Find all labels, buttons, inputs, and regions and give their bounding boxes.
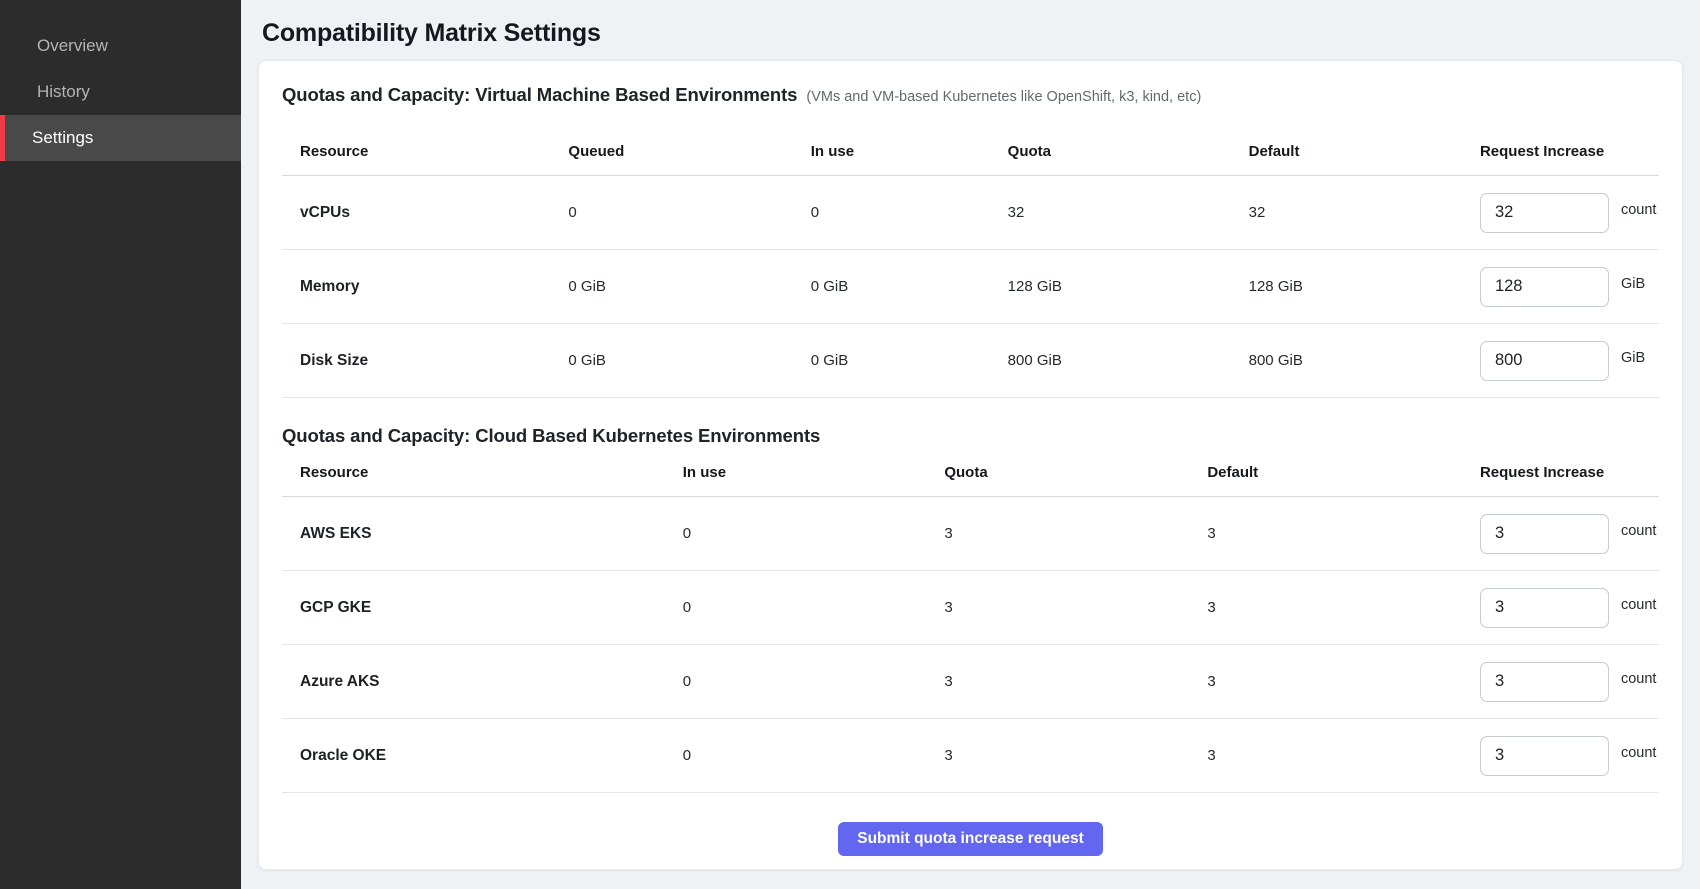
- sidebar-item-history[interactable]: History: [0, 69, 241, 115]
- cell-quota: 3: [944, 525, 1207, 542]
- unit-label: count: [1621, 745, 1656, 761]
- quotas-card: Quotas and Capacity: Virtual Machine Bas…: [258, 60, 1683, 870]
- cell-resource: Disk Size: [282, 352, 568, 370]
- cell-quota: 32: [1008, 204, 1249, 221]
- unit-label: count: [1621, 202, 1656, 218]
- table-row: Oracle OKE 0 3 3 count: [282, 719, 1659, 793]
- column-header-default: Default: [1249, 143, 1480, 160]
- cell-default: 32: [1249, 204, 1480, 221]
- page-title: Compatibility Matrix Settings: [262, 16, 1700, 50]
- unit-label: GiB: [1621, 276, 1645, 292]
- table-row: Disk Size 0 GiB 0 GiB 800 GiB 800 GiB Gi…: [282, 324, 1659, 398]
- cell-default: 128 GiB: [1249, 278, 1480, 295]
- cell-resource: vCPUs: [282, 204, 568, 222]
- column-header-in-use: In use: [683, 464, 945, 481]
- cell-request-increase: GiB: [1480, 267, 1659, 307]
- request-increase-input[interactable]: [1480, 514, 1609, 554]
- vm-table-body: vCPUs 0 0 32 32 count Memory 0 GiB 0 GiB…: [282, 176, 1659, 398]
- cloud-table-header: Resource In use Quota Default Request In…: [282, 454, 1659, 497]
- table-row: vCPUs 0 0 32 32 count: [282, 176, 1659, 250]
- cell-request-increase: GiB: [1480, 341, 1659, 381]
- cell-resource: Memory: [282, 278, 568, 296]
- table-row: AWS EKS 0 3 3 count: [282, 497, 1659, 571]
- table-row: Azure AKS 0 3 3 count: [282, 645, 1659, 719]
- column-header-default: Default: [1207, 464, 1480, 481]
- column-header-resource: Resource: [282, 464, 683, 481]
- cell-quota: 800 GiB: [1008, 352, 1249, 369]
- cell-in-use: 0 GiB: [811, 278, 1008, 295]
- cloud-table-body: AWS EKS 0 3 3 count GCP GKE 0 3 3 count …: [282, 497, 1659, 793]
- request-increase-input[interactable]: [1480, 341, 1609, 381]
- cell-queued: 0 GiB: [568, 278, 810, 295]
- cell-resource: Oracle OKE: [282, 747, 683, 765]
- column-header-in-use: In use: [811, 143, 1008, 160]
- main-content: Compatibility Matrix Settings Quotas and…: [241, 0, 1700, 889]
- vm-section-header: Quotas and Capacity: Virtual Machine Bas…: [282, 83, 1659, 107]
- cell-quota: 128 GiB: [1008, 278, 1249, 295]
- cell-request-increase: count: [1480, 588, 1659, 628]
- vm-section-title: Quotas and Capacity: Virtual Machine Bas…: [282, 83, 797, 107]
- cell-default: 3: [1207, 673, 1480, 690]
- cloud-section-title: Quotas and Capacity: Cloud Based Kuberne…: [282, 424, 820, 448]
- cell-resource: GCP GKE: [282, 599, 683, 617]
- request-increase-input[interactable]: [1480, 267, 1609, 307]
- column-header-resource: Resource: [282, 143, 568, 160]
- sidebar: Overview History Settings: [0, 0, 241, 889]
- cell-in-use: 0: [683, 599, 945, 616]
- cloud-section-header: Quotas and Capacity: Cloud Based Kuberne…: [282, 398, 1659, 448]
- sidebar-item-settings[interactable]: Settings: [0, 115, 241, 161]
- vm-section-subtitle: (VMs and VM-based Kubernetes like OpenSh…: [806, 89, 1201, 105]
- request-increase-input[interactable]: [1480, 588, 1609, 628]
- request-increase-input[interactable]: [1480, 736, 1609, 776]
- submit-button-row: Submit quota increase request: [282, 822, 1659, 856]
- cell-default: 3: [1207, 599, 1480, 616]
- cell-default: 3: [1207, 747, 1480, 764]
- cell-quota: 3: [944, 599, 1207, 616]
- cell-queued: 0: [568, 204, 810, 221]
- cell-resource: Azure AKS: [282, 673, 683, 691]
- cell-request-increase: count: [1480, 662, 1659, 702]
- request-increase-input[interactable]: [1480, 662, 1609, 702]
- cell-in-use: 0: [683, 525, 945, 542]
- cell-default: 3: [1207, 525, 1480, 542]
- column-header-request-increase: Request Increase: [1480, 464, 1659, 481]
- column-header-quota: Quota: [1008, 143, 1249, 160]
- cell-in-use: 0: [683, 747, 945, 764]
- cell-quota: 3: [944, 673, 1207, 690]
- table-row: GCP GKE 0 3 3 count: [282, 571, 1659, 645]
- cell-default: 800 GiB: [1249, 352, 1480, 369]
- cell-resource: AWS EKS: [282, 525, 683, 543]
- table-row: Memory 0 GiB 0 GiB 128 GiB 128 GiB GiB: [282, 250, 1659, 324]
- cell-request-increase: count: [1480, 736, 1659, 776]
- cell-in-use: 0: [811, 204, 1008, 221]
- column-header-request-increase: Request Increase: [1480, 143, 1659, 160]
- cell-request-increase: count: [1480, 193, 1659, 233]
- sidebar-item-overview[interactable]: Overview: [0, 23, 241, 69]
- unit-label: GiB: [1621, 350, 1645, 366]
- cell-queued: 0 GiB: [568, 352, 810, 369]
- cell-in-use: 0: [683, 673, 945, 690]
- column-header-queued: Queued: [568, 143, 810, 160]
- cell-in-use: 0 GiB: [811, 352, 1008, 369]
- vm-table-header: Resource Queued In use Quota Default Req…: [282, 133, 1659, 176]
- column-header-quota: Quota: [944, 464, 1207, 481]
- request-increase-input[interactable]: [1480, 193, 1609, 233]
- unit-label: count: [1621, 523, 1656, 539]
- unit-label: count: [1621, 597, 1656, 613]
- submit-quota-increase-button[interactable]: Submit quota increase request: [838, 822, 1103, 856]
- cell-quota: 3: [944, 747, 1207, 764]
- unit-label: count: [1621, 671, 1656, 687]
- cell-request-increase: count: [1480, 514, 1659, 554]
